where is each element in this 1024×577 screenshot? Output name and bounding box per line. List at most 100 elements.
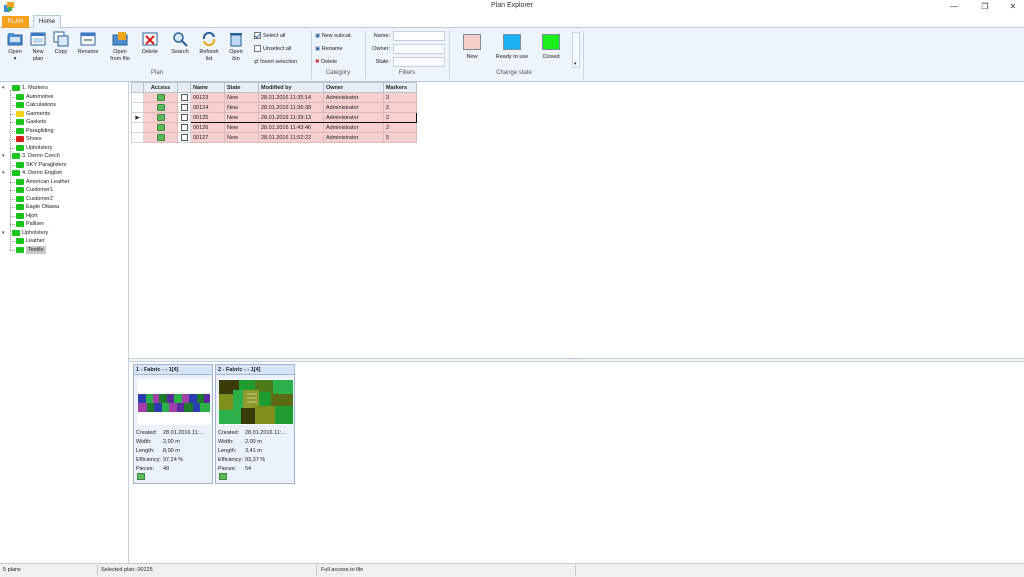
state-new-swatch[interactable] bbox=[463, 34, 481, 50]
marker-card[interactable]: 1 - Fabric - - 1[4] Created: 28.01.2016 1… bbox=[133, 364, 213, 484]
tree-node[interactable]: Paragliding bbox=[0, 127, 128, 135]
column-header-markers[interactable]: Markers bbox=[383, 82, 417, 93]
unselect-all-checkbox[interactable]: Unselect all bbox=[254, 45, 291, 53]
name-filter-input[interactable] bbox=[393, 31, 445, 41]
table-row[interactable]: 00124 New 28.01.2016 11:36:38 Administrator… bbox=[131, 102, 417, 113]
access-cell[interactable] bbox=[143, 132, 178, 143]
restore-button[interactable]: ❐ bbox=[975, 1, 995, 13]
copy-button[interactable]: Copy bbox=[51, 31, 71, 56]
expand-toggle-icon[interactable]: ▾ bbox=[2, 84, 7, 92]
state-filter-input[interactable] bbox=[393, 57, 445, 67]
state-closed-swatch[interactable] bbox=[542, 34, 560, 50]
owner-cell[interactable]: Administrator bbox=[323, 132, 384, 143]
expand-toggle-icon[interactable]: ▾ bbox=[2, 152, 7, 160]
rename-category-button[interactable]: ▣ Rename bbox=[315, 45, 343, 53]
delete-plan-button[interactable]: Delete bbox=[139, 31, 161, 56]
tree-node[interactable]: American Leather bbox=[0, 178, 128, 186]
row-header[interactable] bbox=[131, 102, 144, 113]
open-button[interactable]: Open ▾ bbox=[4, 31, 26, 63]
owner-cell[interactable]: Administrator bbox=[323, 112, 384, 123]
state-ready-swatch[interactable] bbox=[503, 34, 521, 50]
access-cell[interactable] bbox=[143, 122, 178, 133]
open-from-file-button[interactable]: Open from file bbox=[106, 31, 134, 63]
tree-node[interactable]: SKY Paragliders bbox=[0, 161, 128, 169]
markers-cell[interactable]: 2 bbox=[383, 122, 417, 133]
column-header-modified[interactable]: Modified by bbox=[258, 82, 324, 93]
tree-node[interactable]: Eagle Ottawa bbox=[0, 203, 128, 211]
minimize-button[interactable]: — bbox=[944, 1, 964, 13]
tree-node[interactable]: ▾ 1. Markers bbox=[0, 84, 128, 92]
name-cell[interactable]: 00125 bbox=[190, 112, 225, 123]
tree-node[interactable]: Leather bbox=[0, 237, 128, 245]
column-header-state[interactable]: State bbox=[224, 82, 259, 93]
close-button[interactable]: ✕ bbox=[1003, 1, 1023, 13]
state-new-label[interactable]: New bbox=[452, 54, 492, 60]
new-plan-button[interactable]: New plan bbox=[28, 31, 48, 63]
tree-node[interactable]: Customer2 bbox=[0, 195, 128, 203]
column-header-name[interactable]: Name bbox=[190, 82, 225, 93]
state-cell[interactable]: New bbox=[224, 122, 259, 133]
state-closed-label[interactable]: Closed bbox=[531, 54, 571, 60]
markers-cell[interactable]: 5 bbox=[383, 132, 417, 143]
open-bin-button[interactable]: Open bin bbox=[226, 31, 246, 63]
tree-node[interactable]: Calculations bbox=[0, 101, 128, 109]
owner-filter-input[interactable] bbox=[393, 44, 445, 54]
markers-cell[interactable]: 2 bbox=[383, 102, 417, 113]
row-header[interactable] bbox=[131, 132, 144, 143]
state-cell[interactable]: New bbox=[224, 132, 259, 143]
modified-cell[interactable]: 28.01.2016 11:36:38 bbox=[258, 102, 324, 113]
owner-cell[interactable]: Administrator bbox=[323, 122, 384, 133]
state-ready-label[interactable]: Ready to use bbox=[490, 54, 534, 60]
delete-category-button[interactable]: ✖ Delete bbox=[315, 58, 337, 66]
modified-cell[interactable]: 28.01.2016 11:35:14 bbox=[258, 92, 324, 103]
select-cell[interactable] bbox=[177, 102, 191, 113]
table-row[interactable]: ▶ 00125 New 28.01.2016 11:39:13 Administrato… bbox=[131, 112, 417, 123]
modified-cell[interactable]: 28.01.2016 11:43:46 bbox=[258, 122, 324, 133]
tree-node[interactable]: Upholstery bbox=[0, 144, 128, 152]
tree-node[interactable]: Palliser bbox=[0, 220, 128, 228]
column-header-access[interactable]: Access bbox=[143, 82, 178, 93]
select-cell[interactable] bbox=[177, 132, 191, 143]
expand-toggle-icon[interactable]: ▾ bbox=[2, 229, 7, 237]
row-select-checkbox[interactable] bbox=[180, 94, 188, 101]
access-cell[interactable] bbox=[143, 112, 178, 123]
state-cell[interactable]: New bbox=[224, 112, 259, 123]
row-header[interactable] bbox=[131, 122, 144, 133]
select-all-checkbox[interactable]: Select all bbox=[254, 32, 285, 40]
name-cell[interactable]: 00127 bbox=[190, 132, 225, 143]
tree-node[interactable]: Shoes bbox=[0, 135, 128, 143]
refresh-list-button[interactable]: Refresh list bbox=[196, 31, 222, 63]
owner-cell[interactable]: Administrator bbox=[323, 92, 384, 103]
select-cell[interactable] bbox=[177, 122, 191, 133]
row-select-checkbox[interactable] bbox=[180, 104, 188, 111]
owner-cell[interactable]: Administrator bbox=[323, 102, 384, 113]
expand-toggle-icon[interactable]: ▾ bbox=[2, 169, 7, 177]
table-row[interactable]: 00123 New 28.01.2016 11:35:14 Administrator… bbox=[131, 92, 417, 103]
tree-node[interactable]: Garments bbox=[0, 110, 128, 118]
row-header[interactable] bbox=[131, 92, 144, 103]
select-cell[interactable] bbox=[177, 112, 191, 123]
select-cell[interactable] bbox=[177, 92, 191, 103]
tree-node[interactable]: Customer1 bbox=[0, 186, 128, 194]
table-row[interactable]: 00127 New 28.01.2016 11:52:22 Administrator… bbox=[131, 132, 417, 143]
tree-node[interactable]: ▾ 3. Demo Czech bbox=[0, 152, 128, 160]
markers-cell[interactable]: 2 bbox=[383, 112, 417, 123]
state-cell[interactable]: New bbox=[224, 102, 259, 113]
column-header-owner[interactable]: Owner bbox=[323, 82, 384, 93]
name-cell[interactable]: 00124 bbox=[190, 102, 225, 113]
tree-node[interactable]: ▾ Upholstery bbox=[0, 229, 128, 237]
tree-node[interactable]: ▾ 4. Demo English bbox=[0, 169, 128, 177]
rename-plan-button[interactable]: Rename bbox=[75, 31, 101, 56]
name-cell[interactable]: 00123 bbox=[190, 92, 225, 103]
row-select-checkbox[interactable] bbox=[180, 114, 188, 121]
modified-cell[interactable]: 28.01.2016 11:39:13 bbox=[258, 112, 324, 123]
modified-cell[interactable]: 28.01.2016 11:52:22 bbox=[258, 132, 324, 143]
marker-card[interactable]: 2 - Fabric - - 1[4] Created: 28.01.2016 … bbox=[215, 364, 295, 484]
table-row[interactable]: 00126 New 28.01.2016 11:43:46 Administrator… bbox=[131, 122, 417, 133]
tree-node[interactable]: Automotive bbox=[0, 93, 128, 101]
search-button[interactable]: Search bbox=[169, 31, 191, 56]
row-header[interactable]: ▶ bbox=[131, 112, 144, 123]
tab-home[interactable]: Home bbox=[33, 15, 61, 29]
markers-cell[interactable]: 3 bbox=[383, 92, 417, 103]
tree-node[interactable]: Textile bbox=[0, 245, 128, 254]
